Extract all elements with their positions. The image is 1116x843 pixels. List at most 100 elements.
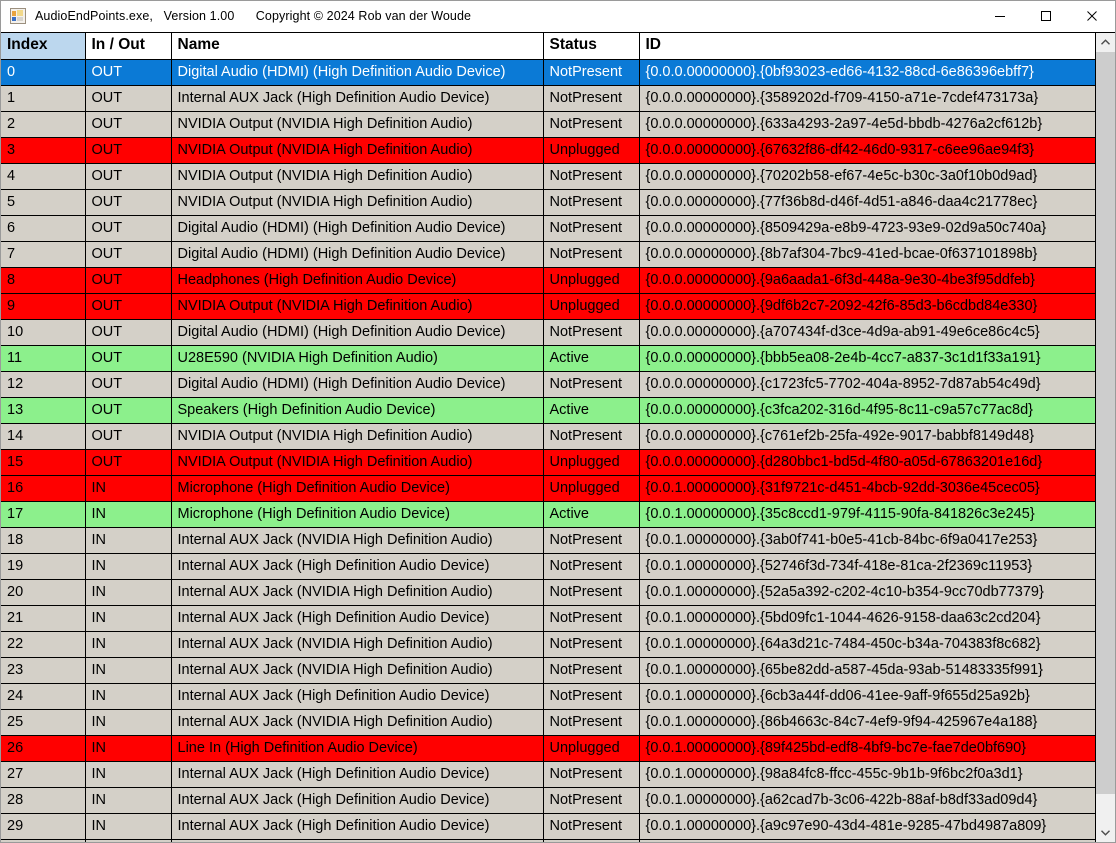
column-header-inout[interactable]: In / Out [85,33,172,60]
cell-name: Internal AUX Jack (NVIDIA High Definitio… [171,839,544,842]
table-row[interactable]: 21 IN Internal AUX Jack (High Definition A… [1,605,1095,632]
window-controls [977,1,1115,31]
cell-inout: IN [85,787,172,814]
cell-status: Active [543,345,640,372]
table-row[interactable]: 12 OUT Digital Audio (HDMI) (High Definiti… [1,371,1095,398]
table-row[interactable]: 8 OUT Headphones (High Definition Audio De… [1,267,1095,294]
vertical-scrollbar[interactable] [1095,33,1115,842]
cell-index: 29 [1,813,86,840]
table-row[interactable]: 10 OUT Digital Audio (HDMI) (High Definiti… [1,319,1095,346]
scroll-down-button[interactable] [1096,823,1115,842]
cell-status: NotPresent [543,319,640,346]
table-row[interactable]: 30INInternal AUX Jack (NVIDIA High Defin… [1,839,1095,842]
cell-id: {0.0.0.00000000}.{c761ef2b-25fa-492e-901… [639,423,1095,450]
application-window: AudioEndPoints.exe, Version 1.00 Copyrig… [0,0,1116,843]
table-row[interactable]: 4 OUT NVIDIA Output (NVIDIA High Definitio… [1,163,1095,190]
table-row[interactable]: 11 OUT U28E590 (NVIDIA High Definition Aud… [1,345,1095,372]
table-row[interactable]: 2 OUT NVIDIA Output (NVIDIA High Definitio… [1,111,1095,138]
table-row[interactable]: 25 IN Internal AUX Jack (NVIDIA High Defin… [1,709,1095,736]
cell-index: 4 [1,163,86,190]
title-bar: AudioEndPoints.exe, Version 1.00 Copyrig… [1,1,1115,32]
cell-status: Unplugged [543,267,640,294]
cell-inout: OUT [85,423,172,450]
cell-inout: IN [85,501,172,528]
cell-id: {0.0.0.00000000}.{8b7af304-7bc9-41ed-bca… [639,241,1095,268]
close-button[interactable] [1069,1,1115,31]
cell-name: Internal AUX Jack (High Definition Audio… [171,605,544,632]
cell-id: {0.0.1.00000000}.{6cb3a44f-dd06-41ee-9af… [639,683,1095,710]
cell-id: {0.0.1.00000000}.{3ab0f741-b0e5-41cb-84b… [639,527,1095,554]
table-header: Index In / Out Name Status ID [1,33,1095,60]
table-row[interactable]: 6 OUT Digital Audio (HDMI) (High Definitio… [1,215,1095,242]
table-row[interactable]: 23 IN Internal AUX Jack (NVIDIA High Defin… [1,657,1095,684]
cell-name: Digital Audio (HDMI) (High Definition Au… [171,215,544,242]
table-row[interactable]: 13 OUT Speakers (High Definition Audio Dev… [1,397,1095,424]
cell-inout: OUT [85,59,172,86]
cell-index: 17 [1,501,86,528]
cell-status: NotPresent [543,553,640,580]
cell-index: 13 [1,397,86,424]
cell-inout: OUT [85,293,172,320]
table-row[interactable]: 24 IN Internal AUX Jack (High Definition A… [1,683,1095,710]
cell-inout: IN [85,631,172,658]
cell-index: 6 [1,215,86,242]
cell-status: NotPresent [543,631,640,658]
table-row[interactable]: 15 OUT NVIDIA Output (NVIDIA High Definiti… [1,449,1095,476]
cell-inout: OUT [85,397,172,424]
table-row[interactable]: 22 IN Internal AUX Jack (NVIDIA High Defin… [1,631,1095,658]
scrollbar-track[interactable] [1096,52,1115,823]
table-row[interactable]: 26 IN Line In (High Definition Audio Devic… [1,735,1095,762]
minimize-button[interactable] [977,1,1023,31]
cell-index: 2 [1,111,86,138]
cell-id: {0.0.0.00000000}.{633a4293-2a97-4e5d-bbd… [639,111,1095,138]
column-header-status[interactable]: Status [543,33,640,60]
table-row[interactable]: 28 IN Internal AUX Jack (High Definition A… [1,787,1095,814]
maximize-button[interactable] [1023,1,1069,31]
cell-status: NotPresent [543,371,640,398]
cell-inout: IN [85,527,172,554]
table-row[interactable]: 5 OUT NVIDIA Output (NVIDIA High Definitio… [1,189,1095,216]
cell-name: Internal AUX Jack (High Definition Audio… [171,683,544,710]
table-row[interactable]: 9 OUT NVIDIA Output (NVIDIA High Definitio… [1,293,1095,320]
scrollbar-thumb[interactable] [1096,52,1115,794]
scroll-up-button[interactable] [1096,33,1115,52]
cell-inout: OUT [85,319,172,346]
cell-name: Line In (High Definition Audio Device) [171,735,544,762]
cell-index: 10 [1,319,86,346]
cell-id: {0.0.1.00000000}.{35c8ccd1-979f-4115-90f… [639,501,1095,528]
cell-status: NotPresent [543,761,640,788]
table-row[interactable]: 3 OUT NVIDIA Output (NVIDIA High Definitio… [1,137,1095,164]
table-row[interactable]: 7 OUT Digital Audio (HDMI) (High Definitio… [1,241,1095,268]
cell-id: {0.0.1.00000000}.{64a3d21c-7484-450c-b34… [639,631,1095,658]
column-header-id[interactable]: ID [639,33,1095,60]
table-row[interactable]: 0 OUT Digital Audio (HDMI) (High Definitio… [1,59,1095,86]
table-row[interactable]: 17 IN Microphone (High Definition Audio De… [1,501,1095,528]
table-row[interactable]: 16 IN Microphone (High Definition Audio De… [1,475,1095,502]
table-row[interactable]: 1 OUT Internal AUX Jack (High Definition A… [1,85,1095,112]
table-row[interactable]: 29 IN Internal AUX Jack (High Definition A… [1,813,1095,840]
scroll-up-icon [1101,39,1110,45]
cell-status: NotPresent [543,85,640,112]
cell-id: {0.0.1.00000000}.{a9c97e90-43d4-481e-928… [639,813,1095,840]
cell-name: Internal AUX Jack (NVIDIA High Definitio… [171,527,544,554]
table-row[interactable]: 20 IN Internal AUX Jack (NVIDIA High Defin… [1,579,1095,606]
table-row[interactable]: 19 IN Internal AUX Jack (High Definition A… [1,553,1095,580]
cell-id: {0.0.0.00000000}.{70202b58-ef67-4e5c-b30… [639,163,1095,190]
cell-name: Internal AUX Jack (High Definition Audio… [171,761,544,788]
cell-inout: IN [85,813,172,840]
cell-inout: IN [85,553,172,580]
cell-id: {0.0.0.00000000}.{67632f86-df42-46d0-931… [639,137,1095,164]
table-row[interactable]: 27 IN Internal AUX Jack (High Definition A… [1,761,1095,788]
cell-inout: OUT [85,449,172,476]
table-row[interactable]: 18 IN Internal AUX Jack (NVIDIA High Defin… [1,527,1095,554]
table-body: 0 OUT Digital Audio (HDMI) (High Definitio… [1,59,1095,842]
cell-inout: OUT [85,137,172,164]
column-header-name[interactable]: Name [171,33,544,60]
table-row[interactable]: 14 OUT NVIDIA Output (NVIDIA High Definiti… [1,423,1095,450]
cell-name: Headphones (High Definition Audio Device… [171,267,544,294]
app-icon [10,8,26,24]
column-header-index[interactable]: Index [1,33,86,60]
cell-name: Internal AUX Jack (High Definition Audio… [171,85,544,112]
cell-id: {0.0.0.00000000}.{77f36b8d-d46f-4d51-a84… [639,189,1095,216]
scroll-down-icon [1101,830,1110,836]
